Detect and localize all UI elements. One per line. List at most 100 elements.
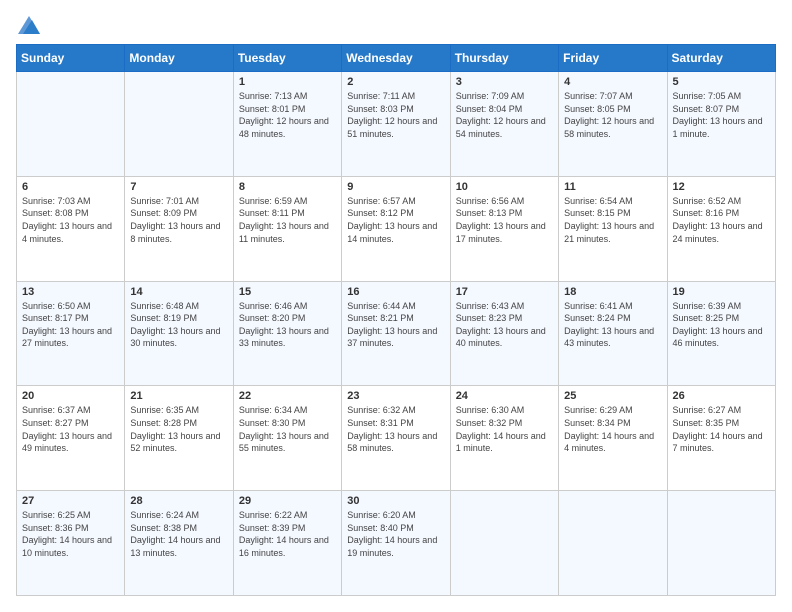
day-number: 23 [347, 390, 444, 402]
day-info: Sunrise: 7:07 AMSunset: 8:05 PMDaylight:… [564, 90, 661, 140]
day-info: Sunrise: 6:50 AMSunset: 8:17 PMDaylight:… [22, 300, 119, 350]
day-of-week-saturday: Saturday [667, 45, 775, 72]
day-number: 27 [22, 495, 119, 507]
day-info: Sunrise: 6:46 AMSunset: 8:20 PMDaylight:… [239, 300, 336, 350]
day-info: Sunrise: 6:39 AMSunset: 8:25 PMDaylight:… [673, 300, 770, 350]
calendar-cell: 19Sunrise: 6:39 AMSunset: 8:25 PMDayligh… [667, 281, 775, 386]
calendar-cell: 12 Sunrise: 6:52 AMSunset: 8:16 PMDayligh… [667, 176, 775, 281]
day-of-week-friday: Friday [559, 45, 667, 72]
calendar-cell: 20Sunrise: 6:37 AMSunset: 8:27 PMDayligh… [17, 386, 125, 491]
day-of-week-sunday: Sunday [17, 45, 125, 72]
day-number: 26 [673, 390, 770, 402]
calendar-cell: 30Sunrise: 6:20 AMSunset: 8:40 PMDayligh… [342, 491, 450, 596]
calendar-cell: 3Sunrise: 7:09 AMSunset: 8:04 PMDaylight… [450, 72, 558, 177]
day-number: 4 [564, 76, 661, 88]
day-info: Sunrise: 6:37 AMSunset: 8:27 PMDaylight:… [22, 404, 119, 454]
calendar-cell: 7 Sunrise: 7:01 AMSunset: 8:09 PMDaylight… [125, 176, 233, 281]
day-info: Sunrise: 6:52 AMSunset: 8:16 PMDaylight:… [673, 195, 770, 245]
day-info: Sunrise: 6:30 AMSunset: 8:32 PMDaylight:… [456, 404, 553, 454]
calendar-cell: 11 Sunrise: 6:54 AMSunset: 8:15 PMDayligh… [559, 176, 667, 281]
day-info: Sunrise: 6:24 AMSunset: 8:38 PMDaylight:… [130, 509, 227, 559]
day-number: 10 [456, 181, 553, 193]
day-of-week-wednesday: Wednesday [342, 45, 450, 72]
calendar-cell: 2Sunrise: 7:11 AMSunset: 8:03 PMDaylight… [342, 72, 450, 177]
calendar-cell: 1 Sunrise: 7:13 AMSunset: 8:01 PMDaylight… [233, 72, 341, 177]
day-info: Sunrise: 7:11 AMSunset: 8:03 PMDaylight:… [347, 90, 444, 140]
calendar-cell: 9Sunrise: 6:57 AMSunset: 8:12 PMDaylight… [342, 176, 450, 281]
calendar-cell: 18 Sunrise: 6:41 AMSunset: 8:24 PMDayligh… [559, 281, 667, 386]
calendar-header: SundayMondayTuesdayWednesdayThursdayFrid… [17, 45, 776, 72]
day-info: Sunrise: 6:54 AMSunset: 8:15 PMDaylight:… [564, 195, 661, 245]
calendar-cell: 10 Sunrise: 6:56 AMSunset: 8:13 PMDayligh… [450, 176, 558, 281]
day-number: 5 [673, 76, 770, 88]
day-number: 18 [564, 286, 661, 298]
day-info: Sunrise: 6:44 AMSunset: 8:21 PMDaylight:… [347, 300, 444, 350]
day-info: Sunrise: 6:32 AMSunset: 8:31 PMDaylight:… [347, 404, 444, 454]
calendar-cell: 16 Sunrise: 6:44 AMSunset: 8:21 PMDayligh… [342, 281, 450, 386]
week-row-1: 1 Sunrise: 7:13 AMSunset: 8:01 PMDaylight… [17, 72, 776, 177]
day-number: 25 [564, 390, 661, 402]
day-number: 13 [22, 286, 119, 298]
week-row-5: 27 Sunrise: 6:25 AMSunset: 8:36 PMDayligh… [17, 491, 776, 596]
day-info: Sunrise: 6:41 AMSunset: 8:24 PMDaylight:… [564, 300, 661, 350]
day-info: Sunrise: 7:03 AMSunset: 8:08 PMDaylight:… [22, 195, 119, 245]
day-info: Sunrise: 6:25 AMSunset: 8:36 PMDaylight:… [22, 509, 119, 559]
calendar-cell: 23 Sunrise: 6:32 AMSunset: 8:31 PMDayligh… [342, 386, 450, 491]
calendar-cell: 25 Sunrise: 6:29 AMSunset: 8:34 PMDayligh… [559, 386, 667, 491]
day-info: Sunrise: 6:29 AMSunset: 8:34 PMDaylight:… [564, 404, 661, 454]
day-number: 14 [130, 286, 227, 298]
day-info: Sunrise: 6:43 AMSunset: 8:23 PMDaylight:… [456, 300, 553, 350]
calendar-cell: 15 Sunrise: 6:46 AMSunset: 8:20 PMDayligh… [233, 281, 341, 386]
day-info: Sunrise: 6:22 AMSunset: 8:39 PMDaylight:… [239, 509, 336, 559]
logo-icon [18, 16, 40, 34]
week-row-4: 20Sunrise: 6:37 AMSunset: 8:27 PMDayligh… [17, 386, 776, 491]
calendar-cell: 8 Sunrise: 6:59 AMSunset: 8:11 PMDaylight… [233, 176, 341, 281]
day-info: Sunrise: 6:56 AMSunset: 8:13 PMDaylight:… [456, 195, 553, 245]
calendar-cell: 24 Sunrise: 6:30 AMSunset: 8:32 PMDayligh… [450, 386, 558, 491]
day-number: 29 [239, 495, 336, 507]
week-row-3: 13 Sunrise: 6:50 AMSunset: 8:17 PMDayligh… [17, 281, 776, 386]
calendar-cell: 29 Sunrise: 6:22 AMSunset: 8:39 PMDayligh… [233, 491, 341, 596]
day-number: 16 [347, 286, 444, 298]
day-info: Sunrise: 7:13 AMSunset: 8:01 PMDaylight:… [239, 90, 336, 140]
day-info: Sunrise: 7:09 AMSunset: 8:04 PMDaylight:… [456, 90, 553, 140]
calendar-table: SundayMondayTuesdayWednesdayThursdayFrid… [16, 44, 776, 596]
day-number: 7 [130, 181, 227, 193]
day-number: 28 [130, 495, 227, 507]
calendar-cell [125, 72, 233, 177]
calendar-cell [17, 72, 125, 177]
day-info: Sunrise: 6:27 AMSunset: 8:35 PMDaylight:… [673, 404, 770, 454]
calendar-cell: 22Sunrise: 6:34 AMSunset: 8:30 PMDayligh… [233, 386, 341, 491]
day-info: Sunrise: 6:34 AMSunset: 8:30 PMDaylight:… [239, 404, 336, 454]
page: SundayMondayTuesdayWednesdayThursdayFrid… [0, 0, 792, 612]
day-of-week-tuesday: Tuesday [233, 45, 341, 72]
header [16, 16, 776, 34]
calendar-cell: 13 Sunrise: 6:50 AMSunset: 8:17 PMDayligh… [17, 281, 125, 386]
calendar-cell: 6Sunrise: 7:03 AMSunset: 8:08 PMDaylight… [17, 176, 125, 281]
calendar-cell: 26 Sunrise: 6:27 AMSunset: 8:35 PMDayligh… [667, 386, 775, 491]
day-number: 11 [564, 181, 661, 193]
day-number: 12 [673, 181, 770, 193]
day-number: 17 [456, 286, 553, 298]
day-number: 24 [456, 390, 553, 402]
calendar-body: 1 Sunrise: 7:13 AMSunset: 8:01 PMDaylight… [17, 72, 776, 596]
day-info: Sunrise: 6:48 AMSunset: 8:19 PMDaylight:… [130, 300, 227, 350]
calendar-cell: 17 Sunrise: 6:43 AMSunset: 8:23 PMDayligh… [450, 281, 558, 386]
day-info: Sunrise: 7:01 AMSunset: 8:09 PMDaylight:… [130, 195, 227, 245]
calendar-cell [450, 491, 558, 596]
day-info: Sunrise: 7:05 AMSunset: 8:07 PMDaylight:… [673, 90, 770, 140]
calendar-cell: 28 Sunrise: 6:24 AMSunset: 8:38 PMDayligh… [125, 491, 233, 596]
day-info: Sunrise: 6:57 AMSunset: 8:12 PMDaylight:… [347, 195, 444, 245]
day-of-week-thursday: Thursday [450, 45, 558, 72]
calendar-cell [559, 491, 667, 596]
day-number: 8 [239, 181, 336, 193]
calendar-cell: 5 Sunrise: 7:05 AMSunset: 8:07 PMDaylight… [667, 72, 775, 177]
day-of-week-monday: Monday [125, 45, 233, 72]
calendar-cell [667, 491, 775, 596]
day-number: 21 [130, 390, 227, 402]
day-info: Sunrise: 6:59 AMSunset: 8:11 PMDaylight:… [239, 195, 336, 245]
day-number: 1 [239, 76, 336, 88]
calendar-cell: 21Sunrise: 6:35 AMSunset: 8:28 PMDayligh… [125, 386, 233, 491]
day-number: 15 [239, 286, 336, 298]
logo [16, 16, 40, 34]
